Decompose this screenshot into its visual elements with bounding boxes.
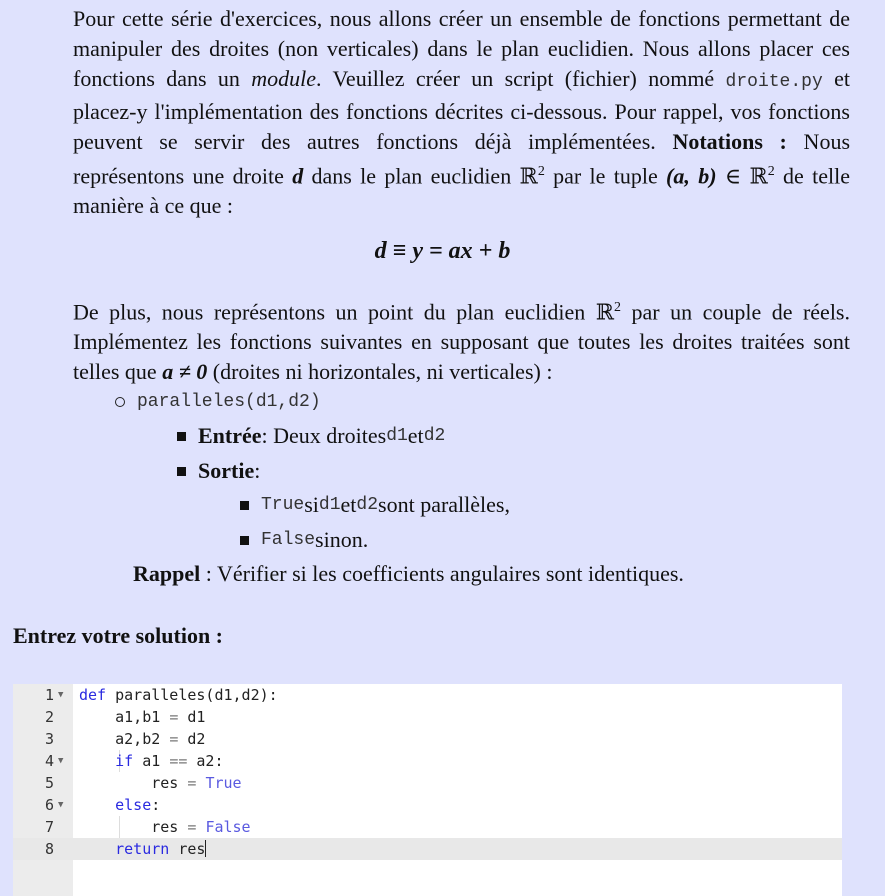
intro-text: dans le plan euclidien ℝ (303, 163, 538, 189)
operator: = (169, 730, 179, 748)
math-tuple: (a, b) (666, 163, 717, 189)
intro-text: par le tuple (544, 163, 667, 189)
code-line[interactable]: 5 res = True (13, 772, 842, 794)
code-text: res (151, 774, 188, 792)
square-bullet-icon (177, 431, 186, 441)
code-editor[interactable]: 1 ▼ def paralleles(d1,d2): 2 a1,b1 = d1 3… (13, 684, 842, 896)
intro-text: . Veuillez créer un script (fichier) nom… (316, 66, 726, 91)
intro-text: ∈ ℝ (716, 163, 768, 189)
filename: droite.py (725, 72, 823, 92)
keyword: else (115, 796, 152, 814)
false-item: False sinon. (240, 527, 368, 553)
operator: = (169, 708, 179, 726)
square-bullet-icon (177, 466, 186, 476)
line-equation: d ≡ y = ax + b (374, 238, 511, 264)
solution-title: Entrez votre solution : (13, 623, 223, 648)
sortie-label: Sortie (198, 458, 255, 483)
superscript: 2 (614, 300, 622, 315)
line-number: 6 (44, 796, 54, 814)
para-text: (droites ni horizontales, ni verticales)… (207, 359, 553, 385)
para-text: De plus, nous représentons un point du p… (73, 299, 615, 325)
keyword: if (115, 752, 134, 770)
fold-arrow-icon[interactable]: ▼ (58, 750, 63, 772)
code-text: d1 (178, 708, 206, 726)
keyword: return (115, 840, 170, 858)
code-false: False (261, 530, 316, 550)
superscript: 2 (767, 164, 775, 179)
sortie-item: Sortie : (177, 458, 260, 484)
fold-arrow-icon[interactable]: ▼ (58, 684, 63, 706)
exercise-paragraph: De plus, nous représentons un point du p… (73, 293, 850, 387)
notations-label: Notations : (672, 129, 787, 154)
line-number: 2 (44, 708, 54, 726)
exercise-intro: Pour cette série d'exercices, nous allon… (73, 4, 850, 221)
entree-text: : Deux droites (261, 423, 387, 448)
line-number: 7 (44, 818, 54, 836)
line-number: 1 (44, 686, 54, 704)
code-text: res (151, 818, 188, 836)
sortie-colon: : (254, 458, 261, 483)
code-line-active[interactable]: 8 return res (13, 838, 842, 860)
code-line[interactable]: 1 ▼ def paralleles(d1,d2): (13, 684, 842, 706)
code-text: d2 (178, 730, 206, 748)
code-true: True (261, 495, 305, 515)
square-bullet-icon (240, 535, 249, 545)
math-d: d (292, 163, 304, 189)
constant: False (205, 818, 251, 836)
entree-text: et (407, 423, 424, 448)
operator: = (187, 774, 197, 792)
constant: True (205, 774, 242, 792)
square-bullet-icon (240, 500, 249, 510)
rappel-label: Rappel (133, 561, 201, 586)
code-d2: d2 (356, 495, 379, 515)
text-cursor (205, 840, 207, 857)
code-text: a1,b1 (115, 708, 170, 726)
code-d1: d1 (318, 495, 341, 515)
code-line[interactable]: 6 ▼ else: (13, 794, 842, 816)
code-text: a1 (133, 752, 170, 770)
line-number: 4 (44, 752, 54, 770)
code-d2: d2 (423, 426, 446, 446)
code-text: : (151, 796, 161, 814)
operator: == (169, 752, 188, 770)
false-text: sinon. (315, 527, 369, 552)
line-number: 3 (44, 730, 54, 748)
keyword: def (79, 686, 107, 704)
rappel-text: : Vérifier si les coefficients angulaire… (200, 561, 684, 586)
circle-bullet-icon (115, 397, 125, 407)
function-list-item: paralleles(d1,d2) (115, 392, 321, 412)
rappel-note: Rappel : Vérifier si les coefficients an… (133, 561, 684, 587)
function-signature: paralleles(d1,d2) (137, 392, 321, 412)
operator: = (187, 818, 197, 836)
true-item: True si d1 et d2 sont parallèles, (240, 492, 510, 518)
true-text: et (340, 492, 357, 517)
fold-arrow-icon[interactable]: ▼ (58, 794, 63, 816)
code-text: a2: (187, 752, 224, 770)
code-line[interactable]: 7 res = False (13, 816, 842, 838)
line-number: 5 (44, 774, 54, 792)
code-text: a2,b2 (115, 730, 170, 748)
code-line[interactable]: 4 ▼ if a1 == a2: (13, 750, 842, 772)
entree-item: Entrée : Deux droites d1 et d2 (177, 423, 445, 449)
code-text: res (169, 840, 206, 858)
line-number: 8 (44, 840, 54, 858)
code-line[interactable]: 3 a2,b2 = d2 (13, 728, 842, 750)
superscript: 2 (537, 164, 545, 179)
code-d1: d1 (386, 426, 408, 446)
math-condition: a ≠ 0 (162, 359, 208, 385)
entree-label: Entrée (198, 423, 262, 448)
module-word: module (251, 66, 317, 91)
true-text: si (304, 492, 319, 517)
true-text: sont parallèles, (378, 492, 510, 517)
code-line[interactable]: 2 a1,b1 = d1 (13, 706, 842, 728)
code-text: paralleles(d1,d2): (106, 686, 278, 704)
